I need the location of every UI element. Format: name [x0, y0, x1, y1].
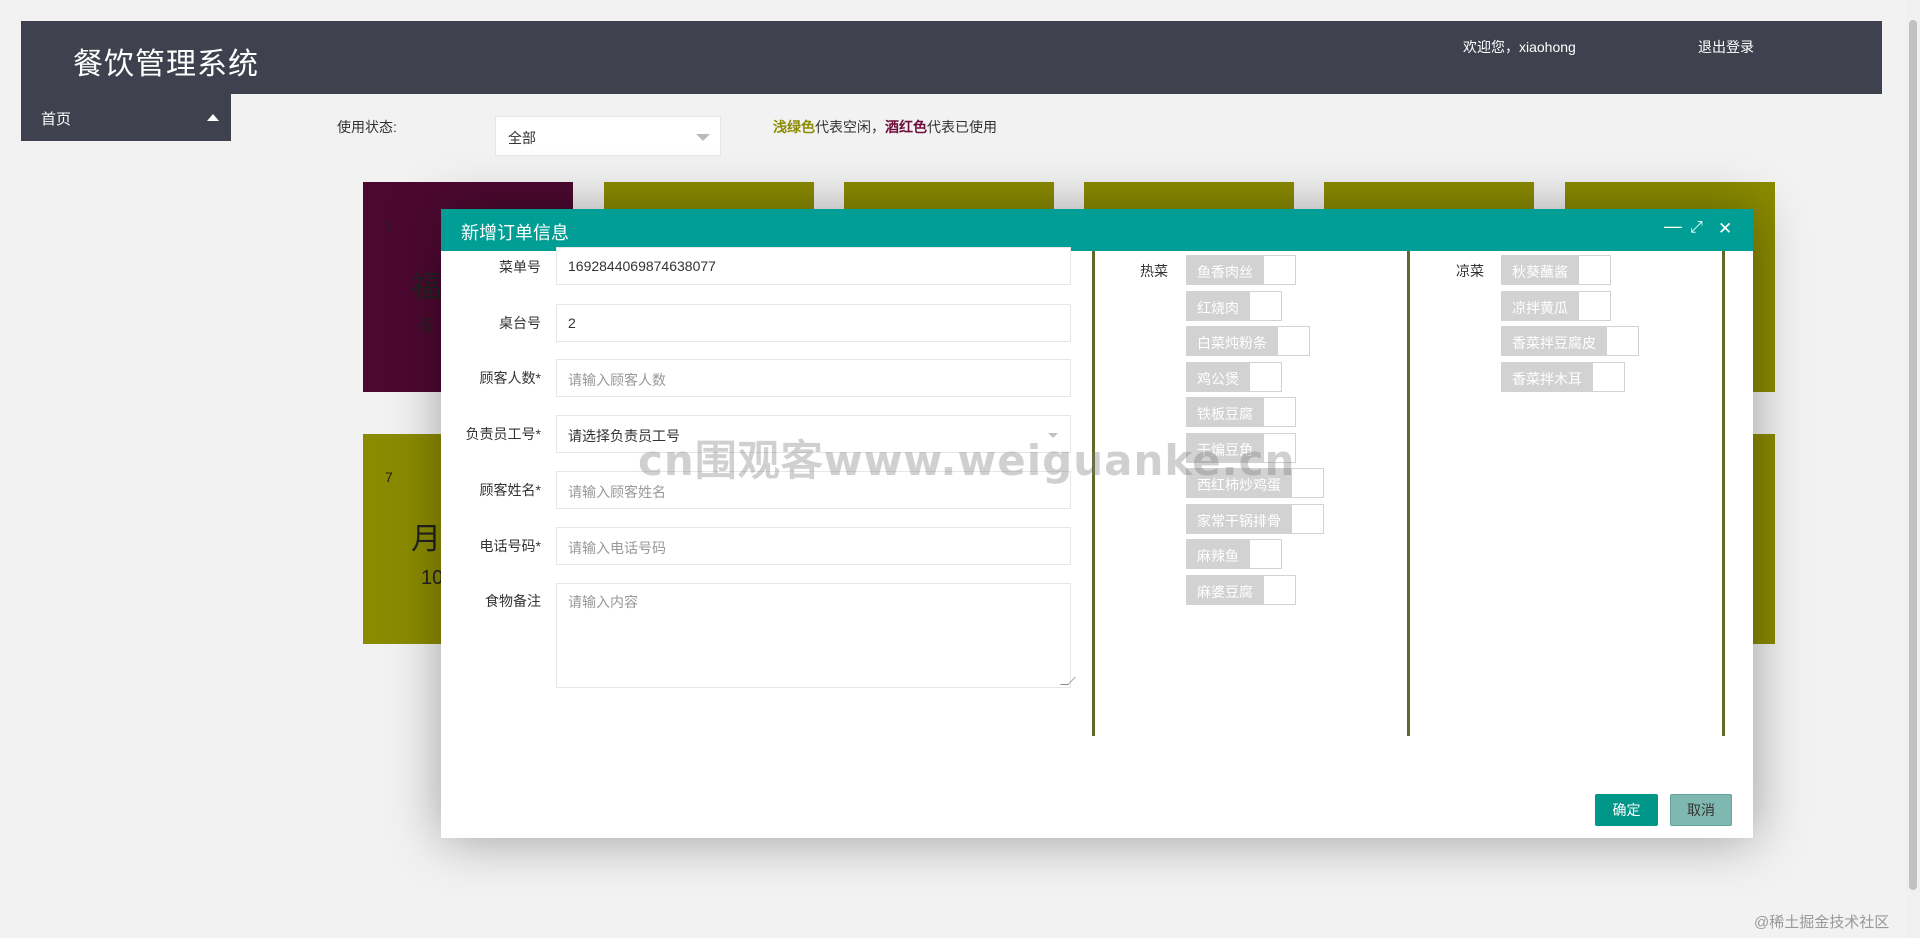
legend-free-text: 代表空闲，	[815, 119, 885, 135]
notes-placeholder: 请输入内容	[568, 594, 638, 610]
app-title: 餐饮管理系统	[73, 47, 259, 82]
add-order-modal: 新增订单信息 — ⤢ ✕ 菜单号 1692844069874638077 桌台号…	[441, 209, 1753, 838]
dish-checkbox[interactable]: 香菜拌木耳	[1501, 362, 1625, 392]
vertical-scrollbar[interactable]	[1906, 0, 1920, 938]
nav-item-home[interactable]: 首页	[21, 94, 231, 141]
resize-handle-icon[interactable]	[1060, 677, 1076, 685]
dish-checkbox[interactable]: 秋葵蘸酱	[1501, 255, 1611, 285]
status-select[interactable]: 全部	[495, 116, 721, 156]
phone-label: 电话号码*	[479, 538, 541, 554]
status-filter-label: 使用状态:	[337, 119, 397, 135]
chevron-down-icon	[1048, 433, 1058, 438]
dish-checkbox[interactable]: 铁板豆腐	[1186, 397, 1296, 427]
notes-textarea[interactable]: 请输入内容	[556, 583, 1076, 688]
chevron-down-icon	[696, 134, 710, 141]
dish-checkbox[interactable]: 干煸豆角	[1186, 433, 1296, 463]
maximize-icon[interactable]: ⤢	[1690, 219, 1703, 237]
customer-input[interactable]: 请输入顾客姓名	[556, 471, 1071, 509]
guests-label: 顾客人数*	[479, 370, 541, 386]
dish-checkbox[interactable]: 香菜拌豆腐皮	[1501, 326, 1639, 356]
dish-checkbox[interactable]: 麻婆豆腐	[1186, 575, 1296, 605]
order-no-field[interactable]: 1692844069874638077	[556, 247, 1071, 285]
modal-header: 新增订单信息 — ⤢ ✕	[441, 209, 1753, 251]
table-name: 月	[411, 523, 441, 556]
cold-dishes-label: 凉菜	[1456, 263, 1484, 279]
confirm-button[interactable]: 确定	[1595, 794, 1658, 826]
legend-green-text: 浅绿色	[773, 119, 815, 135]
dish-checkbox[interactable]: 西红柿炒鸡蛋	[1186, 468, 1324, 498]
table-capacity: 10	[421, 567, 444, 589]
customer-label: 顾客姓名*	[479, 482, 541, 498]
dish-checkbox[interactable]: 家常干锅排骨	[1186, 504, 1324, 534]
cancel-button[interactable]: 取消	[1670, 794, 1732, 826]
status-select-value: 全部	[508, 130, 536, 146]
staff-label: 负责员工号*	[465, 426, 541, 442]
order-no-label: 菜单号	[499, 259, 541, 275]
nav-home-label: 首页	[41, 111, 72, 128]
dish-checkbox[interactable]: 鸡公煲	[1186, 362, 1282, 392]
column-divider	[1407, 251, 1410, 736]
modal-title: 新增订单信息	[461, 223, 569, 243]
minimize-icon[interactable]: —	[1664, 216, 1682, 237]
guests-input[interactable]: 请输入顾客人数	[556, 359, 1071, 397]
table-no-field[interactable]: 2	[556, 304, 1071, 342]
notes-label: 食物备注	[485, 593, 541, 609]
staff-select-placeholder: 请选择负责员工号	[568, 428, 680, 444]
dish-checkbox[interactable]: 红烧肉	[1186, 291, 1282, 321]
table-no-label: 桌台号	[499, 315, 541, 331]
welcome-text: 欢迎您，xiaohong	[1463, 39, 1576, 55]
column-divider	[1092, 251, 1095, 736]
dish-checkbox[interactable]: 麻辣鱼	[1186, 539, 1282, 569]
table-number: 7	[385, 469, 393, 485]
table-number: 1	[385, 217, 393, 233]
table-name: 福	[411, 271, 441, 304]
phone-input[interactable]: 请输入电话号码	[556, 527, 1071, 565]
dish-checkbox[interactable]: 白菜炖粉条	[1186, 326, 1310, 356]
hot-dishes-label: 热菜	[1140, 263, 1168, 279]
table-capacity: 6	[421, 315, 433, 337]
close-icon[interactable]: ✕	[1718, 219, 1732, 239]
legend-used-text: 代表已使用	[927, 119, 997, 135]
staff-select[interactable]: 请选择负责员工号	[556, 415, 1071, 453]
color-legend: 浅绿色代表空闲，酒红色代表已使用	[773, 117, 997, 137]
dish-checkbox[interactable]: 鱼香肉丝	[1186, 255, 1296, 285]
dish-checkbox[interactable]: 凉拌黄瓜	[1501, 291, 1611, 321]
column-divider	[1722, 251, 1725, 736]
corner-watermark: @稀土掘金技术社区	[1754, 914, 1890, 931]
legend-red-text: 酒红色	[885, 119, 927, 135]
caret-up-icon	[207, 114, 219, 121]
scrollbar-thumb[interactable]	[1909, 20, 1917, 890]
logout-link[interactable]: 退出登录	[1698, 37, 1754, 57]
top-header: 餐饮管理系统 欢迎您，xiaohong 退出登录	[21, 21, 1882, 94]
